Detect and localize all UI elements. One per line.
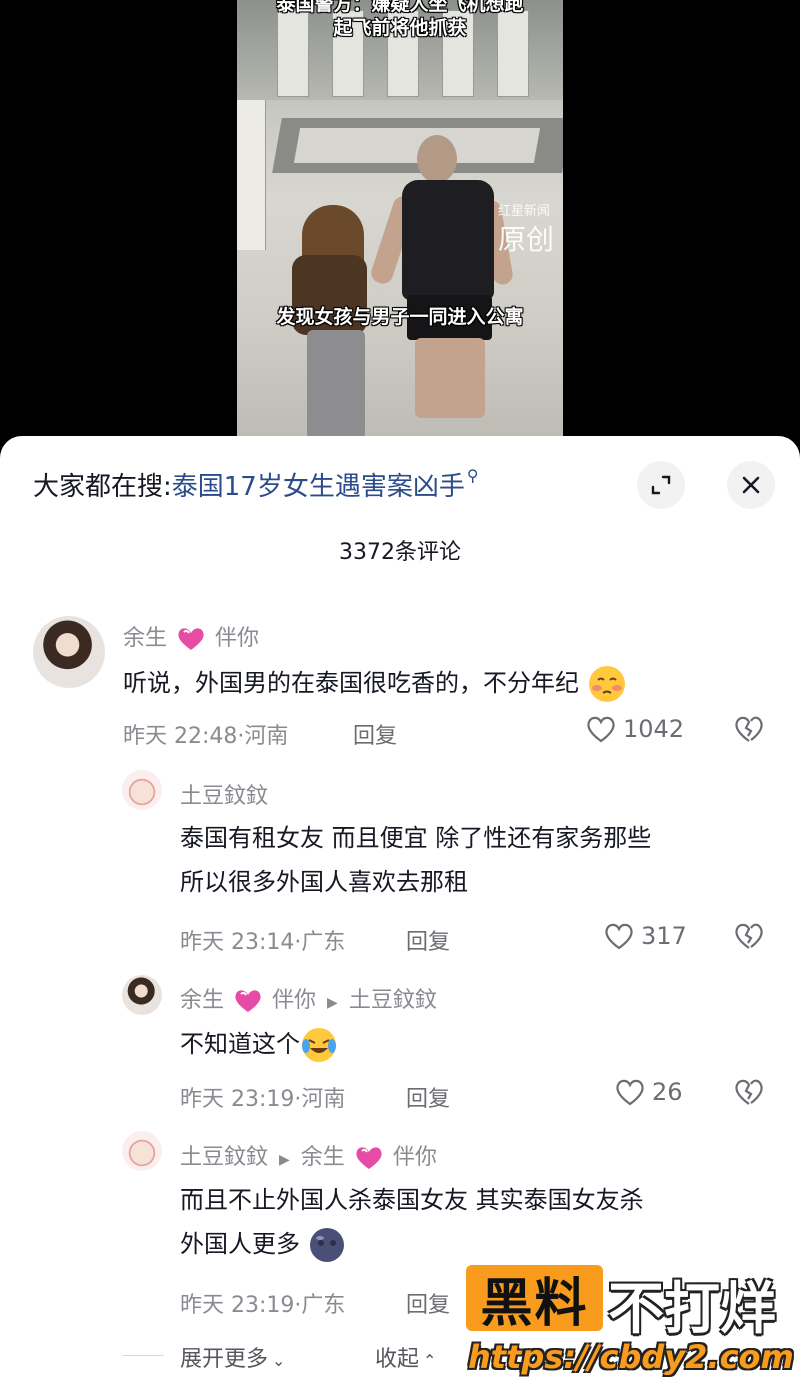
comment-text: 泰国有租女友 而且便宜 除了性还有家务那些 所以很多外国人喜欢去那租 [180, 816, 780, 904]
dislike-button[interactable] [733, 1077, 765, 1111]
video-watermark-original: 原创 [498, 223, 555, 256]
comment-text: 听说，外国男的在泰国很吃香的，不分年纪 [123, 661, 627, 705]
expand-icon [651, 475, 671, 495]
comment-text: 不知道这个 [180, 1022, 338, 1066]
collapse-label: 收起 [375, 1347, 420, 1372]
reply-to-username[interactable]: 余生 [301, 1145, 345, 1170]
broken-heart-icon [735, 716, 763, 742]
comment-username[interactable]: 余生 伴你 ▶ 土豆鈫鈫 [180, 982, 437, 1014]
comment-username[interactable]: 土豆鈫鈫 ▶ 余生 伴你 [180, 1139, 437, 1171]
reply-arrow-icon: ▶ [327, 995, 338, 1011]
username-part: 伴你 [272, 988, 317, 1013]
heart-icon [616, 1079, 644, 1106]
heart-icon [587, 716, 615, 743]
reply-to-username[interactable]: 土豆鈫鈫 [349, 988, 437, 1013]
heart-emoji-icon [356, 1147, 382, 1169]
video-caption-top: 泰国警方：嫌疑人坐飞机想跑 起飞前将他抓获 [237, 0, 563, 40]
dislike-button[interactable] [733, 714, 765, 748]
avatar[interactable] [122, 770, 162, 810]
comment-text-line: 外国人更多 [180, 1222, 780, 1266]
comment-username[interactable]: 土豆鈫鈫 [180, 778, 268, 810]
username-part: 土豆鈫鈫 [180, 1145, 269, 1170]
comment-meta: 昨天 23:19·河南 [180, 1087, 346, 1112]
username-part: 余生 [180, 988, 225, 1013]
caption-line: 起飞前将他抓获 [333, 17, 467, 39]
expand-more-button[interactable]: 展开更多 ⌄ [180, 1341, 285, 1373]
crying-laughing-emoji-icon [302, 1028, 336, 1062]
reply-button[interactable]: 回复 [406, 924, 450, 956]
expand-more-label: 展开更多 [180, 1347, 269, 1372]
caption-line: 泰国警方：嫌疑人坐飞机想跑 [276, 0, 524, 15]
comment-text-content: 不知道这个 [180, 1030, 300, 1058]
comment-sheet: 大家都在搜:泰国17岁女生遇害案凶手 ⚲ 3372条评论 余生 伴你 听说，外国男… [0, 436, 800, 1389]
comment-username[interactable]: 余生 伴你 [123, 620, 259, 652]
dislike-button[interactable] [733, 921, 765, 955]
broken-heart-icon [735, 1079, 763, 1105]
like-button[interactable]: 317 [603, 921, 687, 951]
comment-text: 而且不止外国人杀泰国女友 其实泰国女友杀 外国人更多 [180, 1178, 780, 1266]
chevron-down-icon: ⌄ [272, 1351, 286, 1370]
video-caption-mid: 发现女孩与男子一同进入公寓 [276, 306, 524, 328]
video-person-man [417, 135, 457, 183]
comment-meta: 昨天 23:19·广东 [180, 1293, 346, 1318]
expand-button[interactable] [637, 461, 685, 509]
close-icon [742, 476, 760, 494]
heart-emoji-icon [178, 628, 204, 650]
video-watermark-source: 红星新闻 [498, 204, 551, 219]
username-part: 伴你 [215, 626, 260, 651]
reply-arrow-icon: ▶ [279, 1152, 290, 1168]
like-count: 1042 [623, 715, 685, 743]
trending-search[interactable]: 大家都在搜:泰国17岁女生遇害案凶手 ⚲ [33, 466, 479, 503]
trending-search-prefix: 大家都在搜: [33, 472, 172, 502]
video-player[interactable]: 泰国警方：嫌疑人坐飞机想跑 起飞前将他抓获 红星新闻 原创 发现女孩与男子一同进… [0, 0, 800, 450]
comment-text-content: 听说，外国男的在泰国很吃香的，不分年纪 [123, 669, 579, 697]
heart-icon [605, 923, 633, 950]
comment-text-line: 泰国有租女友 而且便宜 除了性还有家务那些 [180, 824, 652, 852]
heart-emoji-icon [235, 990, 261, 1012]
blue-moon-emoji-icon [309, 1228, 344, 1262]
reply-to-username[interactable]: 伴你 [393, 1145, 437, 1170]
avatar[interactable] [122, 975, 162, 1015]
comment-text-line: 而且不止外国人杀泰国女友 其实泰国女友杀 [180, 1186, 644, 1214]
avatar[interactable] [33, 616, 105, 688]
avatar[interactable] [122, 1131, 162, 1171]
reply-button[interactable]: 回复 [406, 1287, 450, 1319]
watermark-url: https://cbdy2.com [468, 1338, 794, 1376]
reply-button[interactable]: 回复 [353, 718, 397, 750]
comment-count: 3372条评论 [339, 540, 461, 565]
search-icon: ⚲ [466, 466, 479, 485]
close-button[interactable] [727, 461, 775, 509]
trending-search-link[interactable]: 泰国17岁女生遇害案凶手 [172, 472, 465, 502]
shy-emoji-icon [588, 666, 625, 702]
like-button[interactable]: 1042 [585, 714, 684, 744]
video-wall-sign [237, 100, 266, 250]
like-count: 317 [641, 922, 687, 950]
watermark-logo-box: 黑料 [466, 1265, 603, 1334]
divider [122, 1355, 164, 1356]
like-button[interactable]: 26 [614, 1077, 683, 1107]
chevron-up-icon: ⌃ [423, 1351, 437, 1370]
collapse-button[interactable]: 收起 ⌃ [375, 1341, 436, 1373]
watermark-text: 不打烊 [608, 1277, 776, 1342]
comment-meta: 昨天 23:14·广东 [180, 930, 346, 955]
comment-meta: 昨天 22:48·河南 [123, 724, 289, 749]
username-part: 余生 [123, 626, 168, 651]
comment-text-line: 所以很多外国人喜欢去那租 [180, 868, 468, 896]
reply-button[interactable]: 回复 [406, 1081, 450, 1113]
like-count: 26 [652, 1078, 683, 1106]
broken-heart-icon [735, 923, 763, 949]
